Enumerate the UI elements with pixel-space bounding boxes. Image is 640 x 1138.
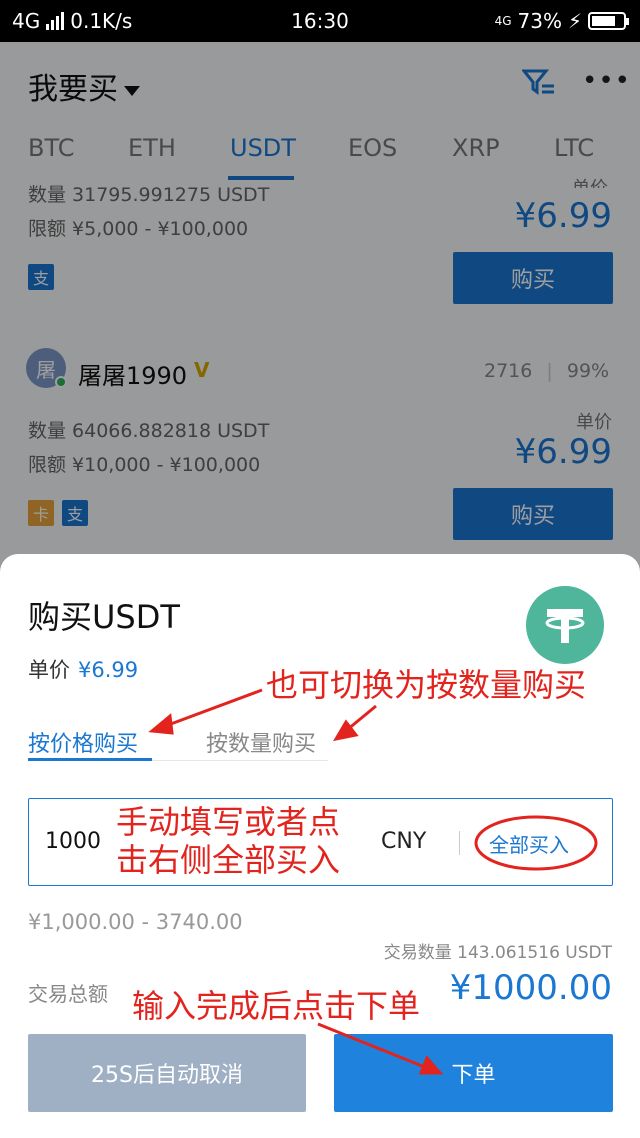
buy-all-button[interactable]: 全部买入 <box>489 829 569 858</box>
battery-percent: 73% <box>517 9 562 33</box>
total-amount: ¥1000.00 <box>449 968 612 1008</box>
auto-cancel-button[interactable]: 25S后自动取消 <box>28 1034 306 1112</box>
tab-underline <box>28 758 152 761</box>
tab-by-quantity[interactable]: 按数量购买 <box>206 726 316 758</box>
fill-hint-1: 手动填写或者点 <box>116 803 341 841</box>
network-type-right: 4G <box>494 14 512 28</box>
place-order-button[interactable]: 下单 <box>334 1034 613 1112</box>
amount-value[interactable]: 1000 <box>45 829 101 854</box>
input-divider <box>459 831 460 855</box>
switch-hint: 也可切换为按数量购买 <box>266 666 587 704</box>
order-hint: 输入完成后点击下单 <box>132 987 421 1025</box>
unit-price-label: 单价 <box>28 658 70 682</box>
amount-range: ¥1,000.00 - 3740.00 <box>28 910 243 934</box>
bolt-icon: ⚡ <box>567 9 582 33</box>
unit-price: 单价 ¥6.99 <box>28 654 138 684</box>
sheet-title: 购买USDT <box>28 598 180 636</box>
tab-by-price[interactable]: 按价格购买 <box>28 726 138 758</box>
status-bar: 4G 0.1K/s 16:30 4G 73% ⚡ <box>0 0 640 42</box>
tether-logo-icon <box>526 586 604 664</box>
trade-quantity: 交易数量 143.061516 USDT <box>383 943 612 963</box>
total-label: 交易总额 <box>28 982 108 1006</box>
unit-price-value: ¥6.99 <box>78 658 139 682</box>
fill-hint-2: 击右侧全部买入 <box>116 841 341 879</box>
amount-unit: CNY <box>381 829 427 854</box>
battery-icon <box>588 12 629 30</box>
